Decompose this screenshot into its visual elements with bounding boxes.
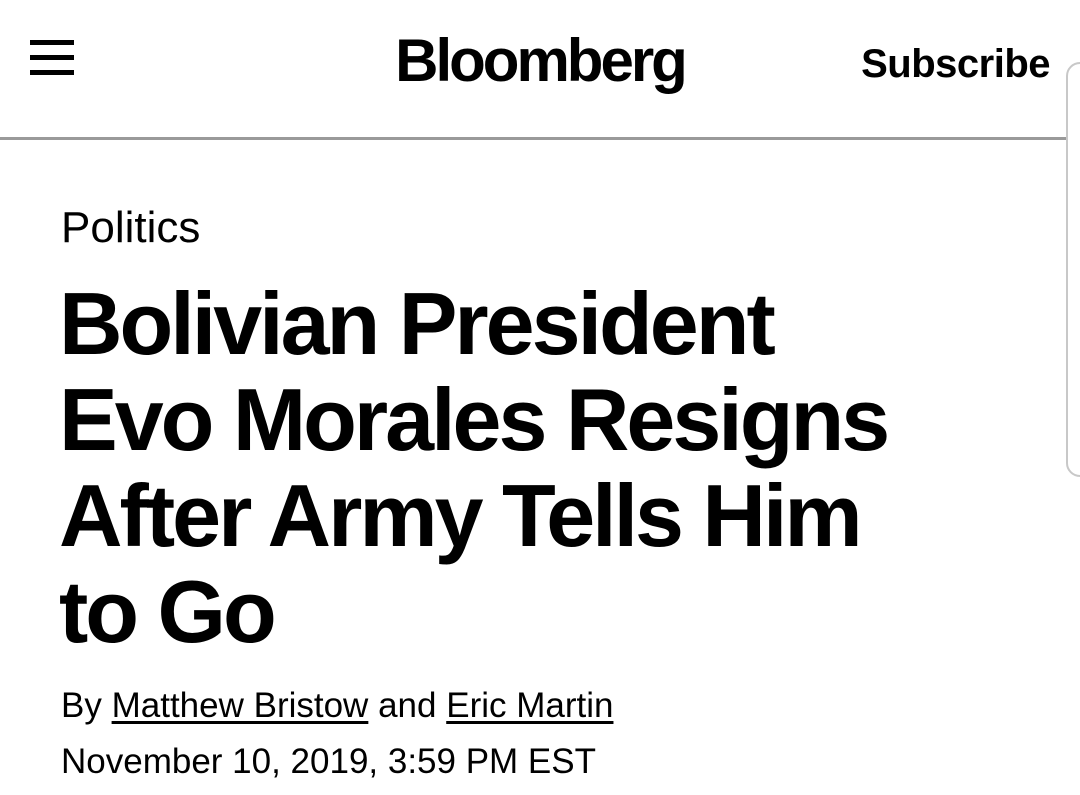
headline-line: Bolivian President xyxy=(59,274,776,373)
byline-joiner: and xyxy=(378,686,437,725)
headline: Bolivian President Evo Morales Resigns A… xyxy=(59,276,1019,660)
author-link-2[interactable]: Eric Martin xyxy=(446,686,613,725)
article-page: Bloomberg Subscribe Politics Bolivian Pr… xyxy=(0,0,1080,795)
author-link-1[interactable]: Matthew Bristow xyxy=(112,686,369,725)
publish-timestamp: November 10, 2019, 3:59 PM EST xyxy=(61,742,596,781)
headline-line: After Army Tells Him xyxy=(59,466,863,565)
byline-prefix: By xyxy=(61,686,102,725)
headline-line: to Go xyxy=(59,562,277,661)
scroll-edge xyxy=(1066,62,1080,477)
site-header: Bloomberg Subscribe xyxy=(0,0,1080,140)
subscribe-button[interactable]: Subscribe xyxy=(861,40,1050,88)
section-label[interactable]: Politics xyxy=(61,200,200,256)
byline: By Matthew Bristow and Eric Martin xyxy=(61,684,613,728)
headline-line: Evo Morales Resigns xyxy=(59,370,890,469)
